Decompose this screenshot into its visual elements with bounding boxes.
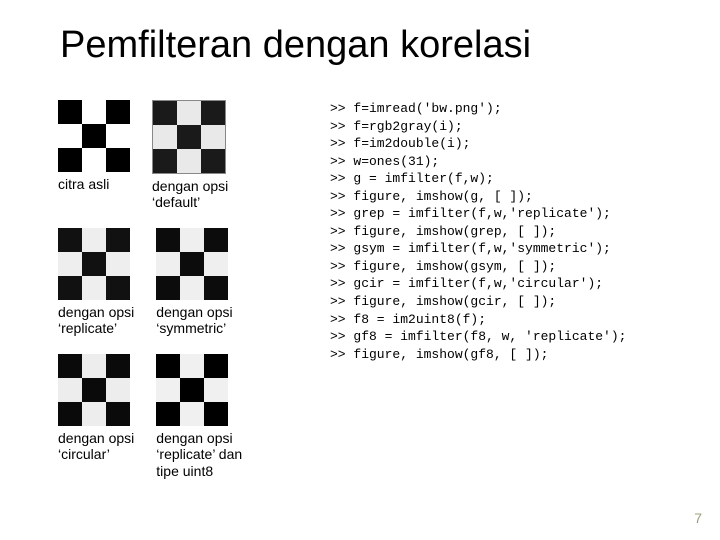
caption-symmetric-l1: dengan opsi xyxy=(156,304,232,320)
code-block: >> f=imread('bw.png'); >> f=rgb2gray(i);… xyxy=(330,100,700,363)
thumb-symmetric xyxy=(156,228,228,300)
caption-default-l2: ‘default’ xyxy=(152,194,200,210)
thumb-row-2: dengan opsi ‘replicate’ dengan opsi ‘sym… xyxy=(58,228,318,336)
caption-default-l1: dengan opsi xyxy=(152,178,228,194)
slide-title: Pemfilteran dengan korelasi xyxy=(60,24,531,67)
caption-original: citra asli xyxy=(58,176,109,192)
caption-uint8-l2: ‘replicate’ dan xyxy=(156,446,242,462)
caption-default: dengan opsi ‘default’ xyxy=(152,178,228,210)
caption-uint8-l1: dengan opsi xyxy=(156,430,232,446)
thumb-cell-original: citra asli xyxy=(58,100,130,210)
caption-replicate-l2: ‘replicate’ xyxy=(58,320,117,336)
thumb-circular xyxy=(58,354,130,426)
caption-symmetric: dengan opsi ‘symmetric’ xyxy=(156,304,232,336)
caption-replicate: dengan opsi ‘replicate’ xyxy=(58,304,134,336)
thumb-cell-default: dengan opsi ‘default’ xyxy=(152,100,228,210)
page-number: 7 xyxy=(694,510,702,526)
thumbnail-grid: citra asli dengan opsi ‘default’ de xyxy=(58,100,318,479)
caption-circular-l2: ‘circular’ xyxy=(58,446,110,462)
caption-symmetric-l2: ‘symmetric’ xyxy=(156,320,226,336)
caption-uint8-l3: tipe uint8 xyxy=(156,463,213,479)
thumb-row-1: citra asli dengan opsi ‘default’ xyxy=(58,100,318,210)
thumb-replicate xyxy=(58,228,130,300)
thumb-cell-uint8: dengan opsi ‘replicate’ dan tipe uint8 xyxy=(156,354,242,478)
thumb-original xyxy=(58,100,130,172)
thumb-cell-circular: dengan opsi ‘circular’ xyxy=(58,354,134,478)
thumb-uint8 xyxy=(156,354,228,426)
caption-replicate-l1: dengan opsi xyxy=(58,304,134,320)
caption-circular-l1: dengan opsi xyxy=(58,430,134,446)
thumb-cell-replicate: dengan opsi ‘replicate’ xyxy=(58,228,134,336)
thumb-cell-symmetric: dengan opsi ‘symmetric’ xyxy=(156,228,232,336)
thumb-default xyxy=(152,100,226,174)
slide: Pemfilteran dengan korelasi citra asli d… xyxy=(0,0,720,540)
caption-uint8: dengan opsi ‘replicate’ dan tipe uint8 xyxy=(156,430,242,478)
thumb-row-3: dengan opsi ‘circular’ dengan opsi ‘repl… xyxy=(58,354,318,478)
caption-circular: dengan opsi ‘circular’ xyxy=(58,430,134,462)
